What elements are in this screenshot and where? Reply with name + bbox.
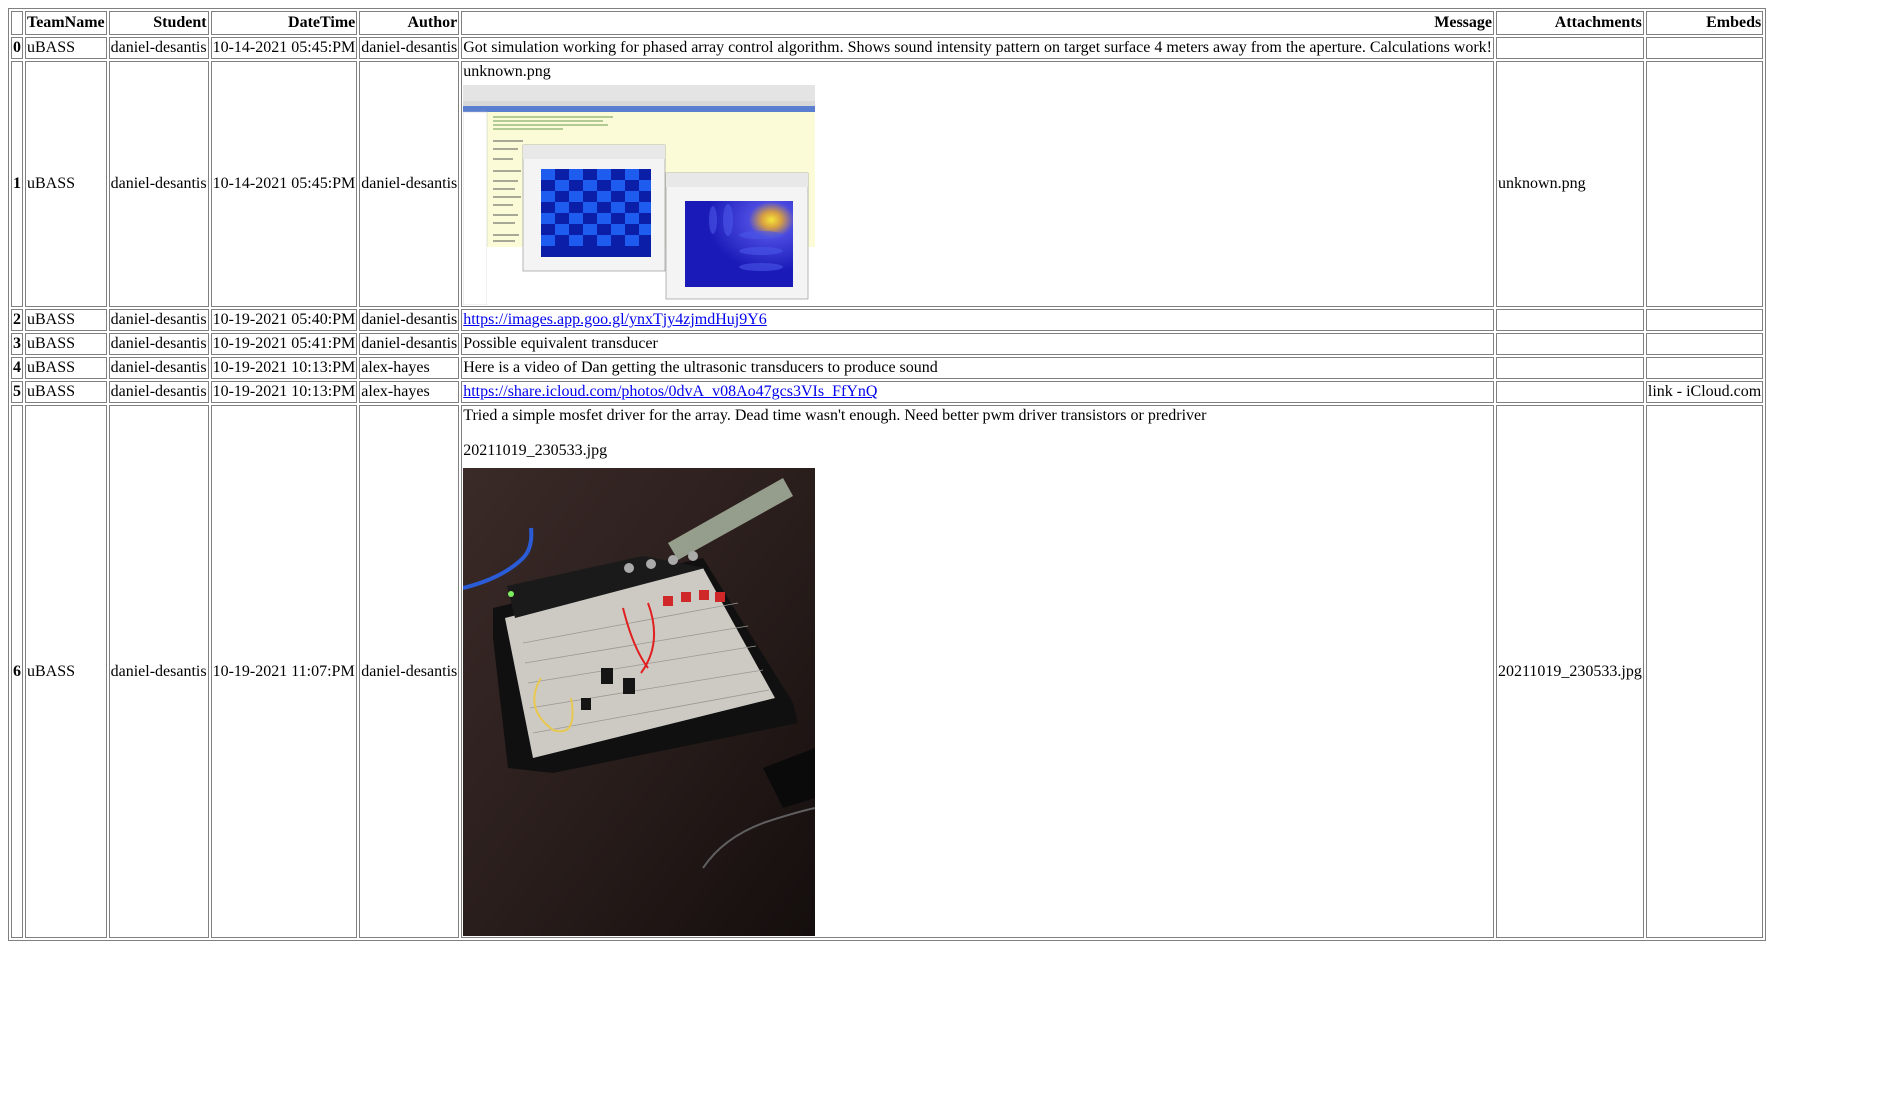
cell-attachments	[1496, 357, 1644, 379]
cell-author: alex-hayes	[359, 381, 460, 403]
header-attachments: Attachments	[1496, 11, 1644, 35]
row-index: 4	[11, 357, 23, 379]
row-index: 1	[11, 61, 23, 307]
cell-embeds	[1645, 309, 1764, 331]
row-index: 3	[11, 333, 23, 355]
header-embeds: Embeds	[1645, 11, 1764, 35]
cell-datetime: 10-19-2021 05:41:PM	[210, 333, 358, 355]
cell-team: uBASS	[25, 357, 107, 379]
cell-author: daniel-desantis	[359, 37, 460, 59]
cell-team: uBASS	[25, 37, 107, 59]
table-row: 2 uBASS daniel-desantis 10-19-2021 05:40…	[11, 309, 1764, 331]
cell-author: daniel-desantis	[359, 61, 460, 307]
cell-message: unknown.png	[461, 61, 1495, 307]
cell-embeds	[1645, 37, 1764, 59]
cell-attachments	[1496, 333, 1644, 355]
cell-message: Here is a video of Dan getting the ultra…	[461, 357, 1495, 379]
cell-embeds	[1645, 61, 1764, 307]
cell-team: uBASS	[25, 309, 107, 331]
header-author: Author	[359, 11, 460, 35]
cell-team: uBASS	[25, 381, 107, 403]
cell-message: Got simulation working for phased array …	[461, 37, 1495, 59]
cell-embeds	[1645, 405, 1764, 938]
header-message: Message	[461, 11, 1495, 35]
cell-datetime: 10-14-2021 05:45:PM	[210, 61, 358, 307]
cell-datetime: 10-19-2021 10:13:PM	[210, 357, 358, 379]
table-row: 4 uBASS daniel-desantis 10-19-2021 10:13…	[11, 357, 1764, 379]
cell-student: daniel-desantis	[108, 381, 209, 403]
cell-student: daniel-desantis	[108, 309, 209, 331]
cell-student: daniel-desantis	[108, 357, 209, 379]
cell-message: Possible equivalent transducer	[461, 333, 1495, 355]
header-datetime: DateTime	[210, 11, 358, 35]
table-row: 5 uBASS daniel-desantis 10-19-2021 10:13…	[11, 381, 1764, 403]
row-index: 6	[11, 405, 23, 938]
cell-attachments	[1496, 381, 1644, 403]
matlab-screenshot-image[interactable]	[463, 85, 816, 305]
attachment-filename: unknown.png	[463, 63, 551, 80]
cell-team: uBASS	[25, 405, 107, 938]
message-text: Tried a simple mosfet driver for the arr…	[463, 407, 1207, 424]
cell-student: daniel-desantis	[108, 333, 209, 355]
cell-author: alex-hayes	[359, 357, 460, 379]
cell-author: daniel-desantis	[359, 309, 460, 331]
table-row: 0 uBASS daniel-desantis 10-14-2021 05:45…	[11, 37, 1764, 59]
messages-table: TeamName Student DateTime Author Message…	[8, 8, 1767, 941]
attachment-filename: 20211019_230533.jpg	[463, 442, 608, 459]
cell-embeds: link - iCloud.com	[1645, 381, 1764, 403]
header-row: TeamName Student DateTime Author Message…	[11, 11, 1764, 35]
cell-datetime: 10-14-2021 05:45:PM	[210, 37, 358, 59]
header-teamname: TeamName	[25, 11, 107, 35]
cell-student: daniel-desantis	[108, 37, 209, 59]
row-index: 0	[11, 37, 23, 59]
message-link[interactable]: https://images.app.goo.gl/ynxTjy4zjmdHuj…	[463, 311, 767, 328]
table-row: 1 uBASS daniel-desantis 10-14-2021 05:45…	[11, 61, 1764, 307]
cell-team: uBASS	[25, 61, 107, 307]
breadboard-photo-image[interactable]	[463, 468, 816, 936]
cell-team: uBASS	[25, 333, 107, 355]
message-link[interactable]: https://share.icloud.com/photos/0dvA_v08…	[463, 383, 877, 400]
cell-student: daniel-desantis	[108, 61, 209, 307]
row-index: 5	[11, 381, 23, 403]
cell-attachments	[1496, 309, 1644, 331]
cell-embeds	[1645, 357, 1764, 379]
cell-datetime: 10-19-2021 05:40:PM	[210, 309, 358, 331]
cell-attachments: unknown.png	[1496, 61, 1644, 307]
cell-attachments	[1496, 37, 1644, 59]
cell-student: daniel-desantis	[108, 405, 209, 938]
cell-embeds	[1645, 333, 1764, 355]
cell-author: daniel-desantis	[359, 333, 460, 355]
cell-message: Tried a simple mosfet driver for the arr…	[461, 405, 1495, 938]
header-student: Student	[108, 11, 209, 35]
cell-attachments: 20211019_230533.jpg	[1496, 405, 1644, 938]
cell-author: daniel-desantis	[359, 405, 460, 938]
header-index	[11, 11, 23, 35]
cell-message: https://images.app.goo.gl/ynxTjy4zjmdHuj…	[461, 309, 1495, 331]
cell-message: https://share.icloud.com/photos/0dvA_v08…	[461, 381, 1495, 403]
row-index: 2	[11, 309, 23, 331]
cell-datetime: 10-19-2021 11:07:PM	[210, 405, 358, 938]
table-row: 6 uBASS daniel-desantis 10-19-2021 11:07…	[11, 405, 1764, 938]
cell-datetime: 10-19-2021 10:13:PM	[210, 381, 358, 403]
table-row: 3 uBASS daniel-desantis 10-19-2021 05:41…	[11, 333, 1764, 355]
